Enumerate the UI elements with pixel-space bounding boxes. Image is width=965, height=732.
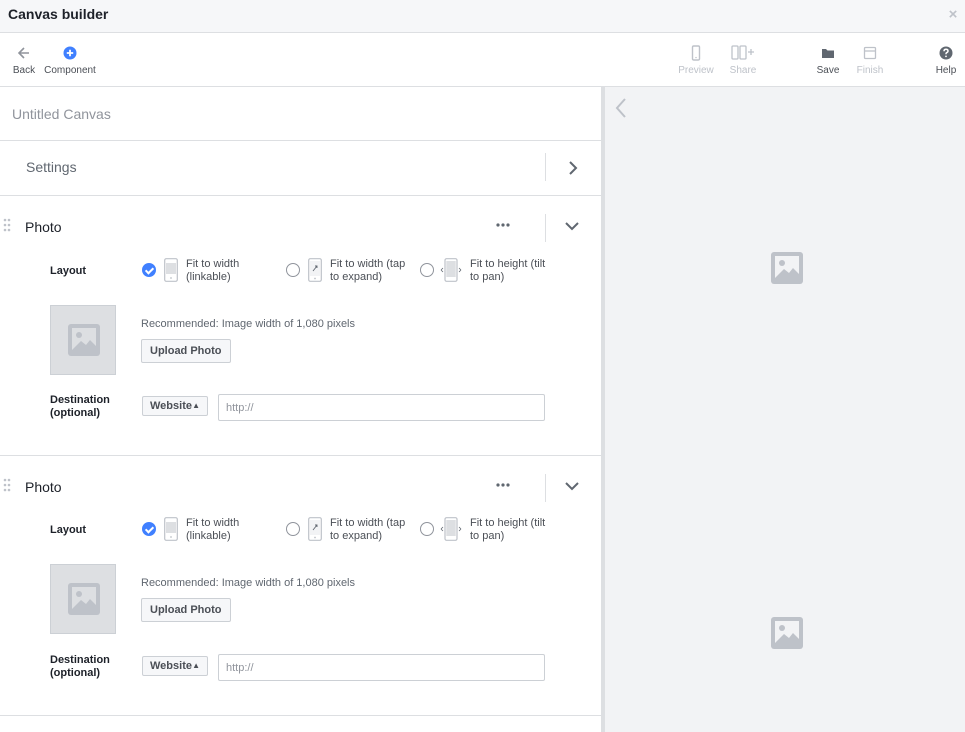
back-button[interactable]: Back <box>10 33 38 87</box>
upload-photo-button[interactable]: Upload Photo <box>141 598 231 622</box>
recommendation-text: Recommended: Image width of 1,080 pixels <box>141 318 356 330</box>
drag-handle-icon[interactable] <box>3 478 11 492</box>
layout-option-text: Fit to width (linkable) <box>186 517 240 542</box>
settings-label: Settings <box>26 159 77 175</box>
finish-button[interactable]: Finish <box>854 33 886 87</box>
component-button[interactable]: Component <box>44 33 96 87</box>
toolbar: Back Component Preview Share Save Finish… <box>0 33 965 87</box>
help-label: Help <box>935 65 957 76</box>
chevron-down-icon[interactable] <box>564 220 580 232</box>
editor-pane: Untitled Canvas Settings Photo Layout Fi… <box>0 87 601 732</box>
layout-option-text: Fit to width (tap to expand) <box>330 517 406 542</box>
layout-option-fit-width-tap[interactable]: Fit to width (tap to expand) <box>286 258 416 288</box>
window-title-bar: Canvas builder × <box>0 0 965 33</box>
drag-handle-icon[interactable] <box>3 218 11 232</box>
help-icon <box>939 46 953 60</box>
component-title: Photo <box>25 219 62 235</box>
layout-option-fit-height[interactable]: Fit to height (tilt to pan) <box>420 258 550 288</box>
layout-radio[interactable] <box>286 263 300 277</box>
layout-label: Layout <box>50 524 87 536</box>
phone-tap-expand-icon <box>308 258 322 282</box>
phone-tilt-pan-icon <box>440 258 462 282</box>
layout-option-fit-width[interactable]: Fit to width (linkable) <box>142 258 262 288</box>
preview-button[interactable]: Preview <box>676 33 716 87</box>
component-label: Component <box>44 65 96 76</box>
back-arrow-icon <box>17 47 29 59</box>
destination-url-input[interactable] <box>218 394 545 421</box>
destination-type-select[interactable]: Website ▲︎ <box>142 656 208 676</box>
more-icon[interactable] <box>495 218 511 232</box>
layout-option-text: Fit to width (tap to expand) <box>330 258 406 283</box>
layout-radio-selected[interactable] <box>142 522 156 536</box>
destination-label: Destination (optional) <box>50 394 110 419</box>
phone-tilt-pan-icon <box>440 517 462 541</box>
phone-preview-icon <box>691 45 701 61</box>
layout-option-fit-height[interactable]: Fit to height (tilt to pan) <box>420 517 550 547</box>
layout-radio[interactable] <box>420 263 434 277</box>
folder-save-icon <box>822 49 834 58</box>
image-placeholder-icon <box>771 252 803 284</box>
component-title: Photo <box>25 479 62 495</box>
canvas-name-text: Untitled Canvas <box>12 106 111 122</box>
layout-option-fit-width[interactable]: Fit to width (linkable) <box>142 517 262 547</box>
finish-icon <box>863 46 877 60</box>
share-label: Share <box>729 65 757 76</box>
upload-photo-button[interactable]: Upload Photo <box>141 339 231 363</box>
save-button[interactable]: Save <box>814 33 842 87</box>
layout-radio-selected[interactable] <box>142 263 156 277</box>
chevron-right-icon[interactable] <box>566 159 580 177</box>
layout-radio[interactable] <box>286 522 300 536</box>
settings-divider <box>545 153 546 181</box>
component-header-divider <box>545 474 546 502</box>
save-label: Save <box>816 65 840 76</box>
preview-label: Preview <box>678 65 714 76</box>
image-placeholder-icon <box>68 583 100 615</box>
back-label: Back <box>12 65 36 76</box>
chevron-left-icon[interactable] <box>615 97 627 119</box>
add-component-icon <box>63 46 77 60</box>
layout-option-fit-width-tap[interactable]: Fit to width (tap to expand) <box>286 517 416 547</box>
share-icon <box>731 45 754 60</box>
more-icon[interactable] <box>495 478 511 492</box>
select-arrows-icon: ▲︎ <box>192 401 200 410</box>
close-icon[interactable]: × <box>947 7 959 22</box>
layout-label: Layout <box>50 265 87 277</box>
finish-label: Finish <box>856 65 884 76</box>
component-header-divider <box>545 214 546 242</box>
phone-tap-expand-icon <box>308 517 322 541</box>
photo-thumbnail[interactable] <box>50 564 116 634</box>
layout-radio[interactable] <box>420 522 434 536</box>
photo-thumbnail[interactable] <box>50 305 116 375</box>
photo-component: Photo Layout Fit to width (linkable) Fit … <box>0 196 601 456</box>
recommendation-text: Recommended: Image width of 1,080 pixels <box>141 577 356 589</box>
help-button[interactable]: Help <box>932 33 960 87</box>
layout-option-text: Fit to height (tilt to pan) <box>470 517 546 542</box>
destination-url-input[interactable] <box>218 654 545 681</box>
preview-pane <box>605 87 965 732</box>
canvas-name-field[interactable]: Untitled Canvas <box>0 87 601 141</box>
chevron-down-icon[interactable] <box>564 480 580 492</box>
settings-row[interactable]: Settings <box>0 141 601 196</box>
image-placeholder-icon <box>68 324 100 356</box>
image-placeholder-icon <box>771 617 803 649</box>
destination-label: Destination (optional) <box>50 654 110 679</box>
destination-type-select[interactable]: Website ▲︎ <box>142 396 208 416</box>
select-arrows-icon: ▲︎ <box>192 661 200 670</box>
layout-option-text: Fit to width (linkable) <box>186 258 240 283</box>
phone-fit-width-icon <box>164 258 178 282</box>
phone-fit-width-icon <box>164 517 178 541</box>
share-button[interactable]: Share <box>726 33 760 87</box>
window-title: Canvas builder <box>8 6 109 22</box>
photo-component: Photo Layout Fit to width (linkable) Fit … <box>0 456 601 716</box>
layout-option-text: Fit to height (tilt to pan) <box>470 258 546 283</box>
